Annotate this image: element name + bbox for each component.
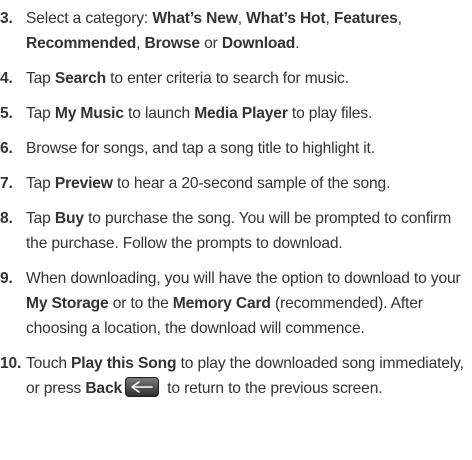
step-number: 5. — [0, 105, 13, 122]
step-text-segment: to return to the previous screen. — [163, 380, 383, 397]
step-text: Browse for songs, and tap a song title t… — [26, 140, 375, 157]
step-item: 5. Tap My Music to launch Media Player to… — [0, 101, 466, 126]
step-text: Tap My Music to launch Media Player to p… — [26, 105, 372, 122]
step-text: Tap Buy to purchase the song. You will b… — [26, 210, 451, 252]
step-item: 10. Touch Play this Song to play the down… — [0, 351, 466, 401]
ui-term: What’s New — [152, 10, 238, 27]
ui-term: Media Player — [194, 105, 288, 122]
step-text-segment: or — [199, 35, 222, 52]
step-number: 3. — [0, 10, 13, 27]
step-item: 3. Select a category: What’s New, What’s … — [0, 6, 466, 56]
step-item: 4. Tap Search to enter criteria to search… — [0, 66, 466, 91]
ui-term: Back — [85, 380, 122, 397]
ui-term: Browse — [144, 35, 201, 52]
ui-term: Search — [54, 70, 106, 87]
ui-term: What’s Hot — [246, 10, 326, 27]
step-text-segment: When downloading, you will have the opti… — [26, 270, 461, 287]
ui-term: Download — [221, 35, 296, 52]
step-text-segment: to play files. — [287, 105, 373, 122]
step-number: 4. — [0, 70, 13, 87]
step-text-segment: , — [237, 10, 247, 27]
step-text-segment: , — [136, 35, 145, 52]
step-number: 6. — [0, 140, 13, 157]
ui-term: Memory Card — [172, 295, 271, 312]
step-text-segment: to launch — [123, 105, 195, 122]
step-text-segment: Select a category: — [26, 10, 153, 27]
step-text-segment: Tap — [26, 210, 55, 227]
step-text-segment: , — [397, 10, 402, 27]
step-text-segment: to hear a 20-second sample of the song. — [112, 175, 391, 192]
step-number: 8. — [0, 210, 13, 227]
step-text-segment: to enter criteria to search for music. — [106, 70, 349, 87]
step-item: 7. Tap Preview to hear a 20-second sample… — [0, 171, 466, 196]
step-text: Select a category: What’s New, What’s Ho… — [26, 10, 402, 52]
step-text-segment: Tap — [26, 105, 55, 122]
ui-term: My Storage — [26, 295, 109, 312]
step-text-segment: , — [325, 10, 334, 27]
ui-term: Preview — [54, 175, 113, 192]
step-text: Tap Search to enter criteria to search f… — [26, 70, 349, 87]
ui-term: Recommended — [26, 35, 137, 52]
step-item: 9. When downloading, you will have the op… — [0, 266, 466, 341]
step-number: 7. — [0, 175, 13, 192]
step-text-segment: Touch — [26, 355, 72, 372]
step-text-segment: . — [295, 35, 300, 52]
step-text-segment: Tap — [26, 175, 55, 192]
step-item: 6. Browse for songs, and tap a song title… — [0, 136, 466, 161]
step-text: When downloading, you will have the opti… — [26, 270, 461, 337]
step-text-segment: Tap — [26, 70, 55, 87]
step-number: 9. — [0, 270, 13, 287]
ui-term: Buy — [54, 210, 84, 227]
step-text: Touch Play this Song to play the downloa… — [26, 355, 464, 398]
instruction-steps-list: 3. Select a category: What’s New, What’s … — [0, 0, 472, 401]
ui-term: My Music — [54, 105, 124, 122]
step-text-segment: Browse for songs, and tap a song title t… — [26, 140, 375, 157]
step-text-segment: or to the — [108, 295, 173, 312]
step-number: 10. — [0, 355, 22, 372]
step-text: Tap Preview to hear a 20-second sample o… — [26, 175, 390, 192]
ui-term: Features — [333, 10, 398, 27]
step-item: 8. Tap Buy to purchase the song. You will… — [0, 206, 466, 256]
step-text-segment: to purchase the song. You will be prompt… — [26, 210, 452, 252]
back-arrow-key-icon — [125, 377, 159, 398]
ui-term: Play this Song — [71, 355, 177, 372]
